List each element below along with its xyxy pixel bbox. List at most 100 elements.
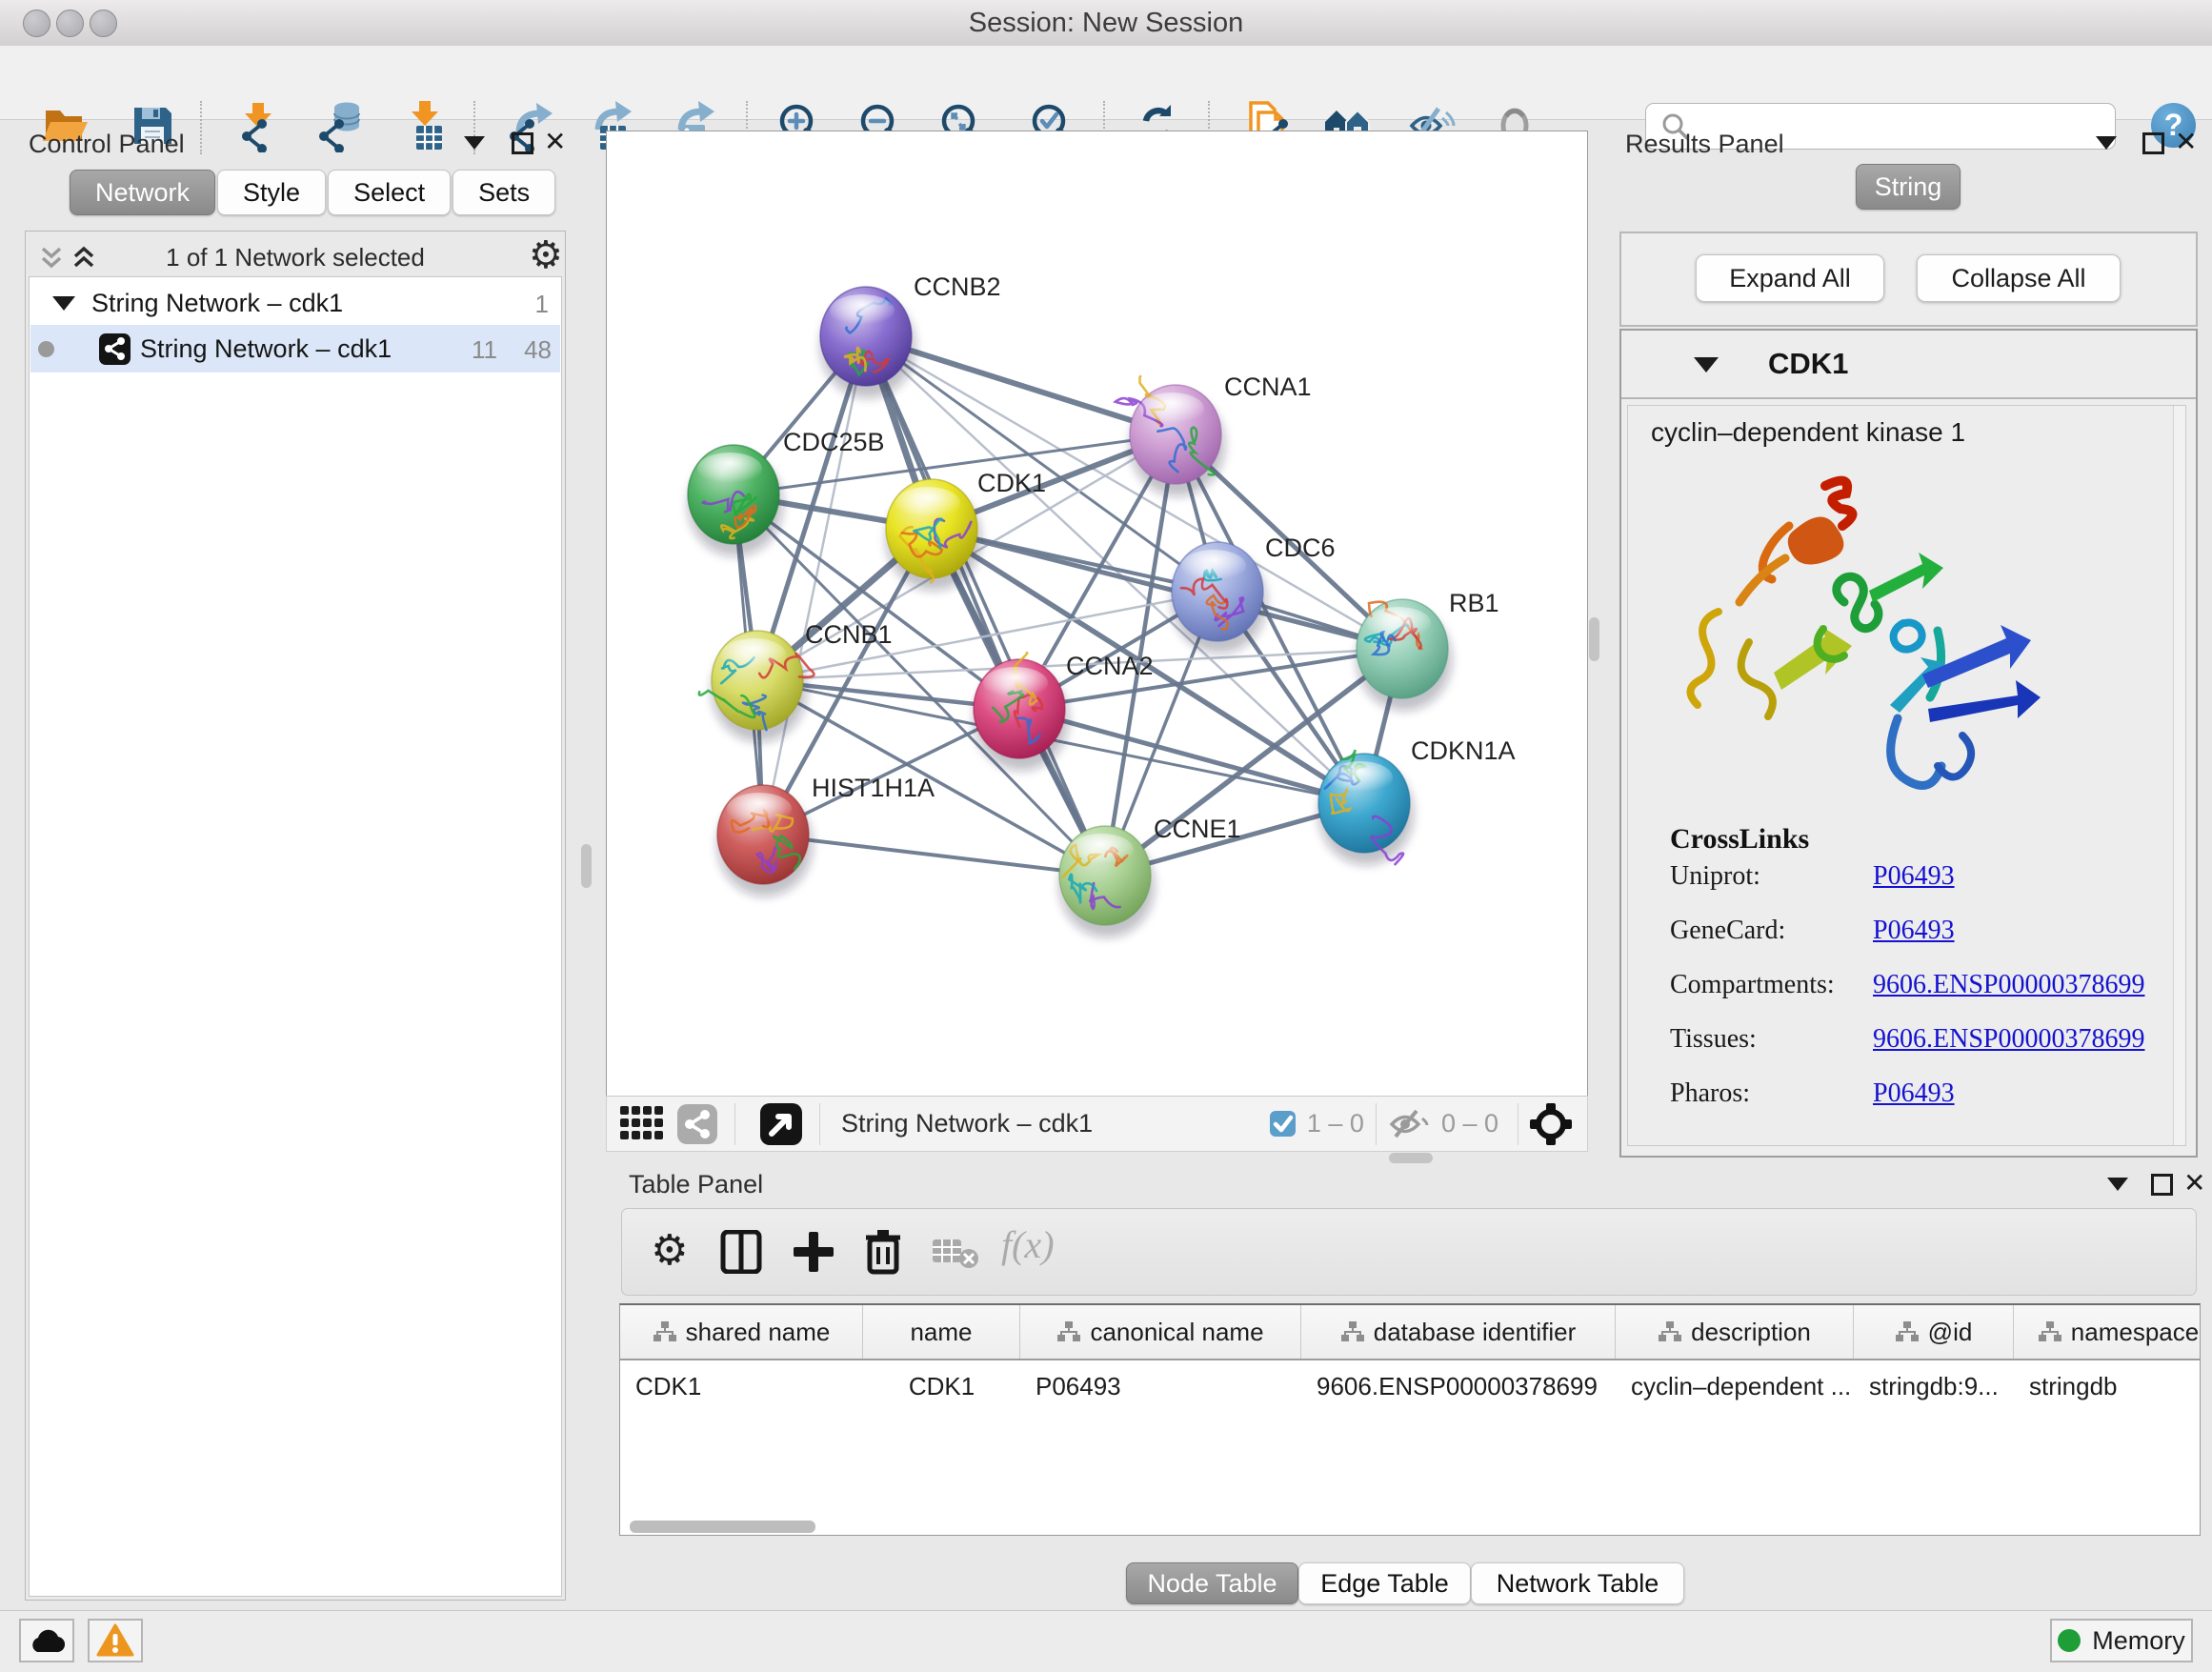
- open-in-new-window-icon[interactable]: [760, 1103, 802, 1145]
- table-columns-icon[interactable]: [719, 1230, 763, 1274]
- table-delete-column-icon-disabled: [933, 1236, 980, 1270]
- network-node-CCNE1[interactable]: CCNE1: [1059, 815, 1241, 937]
- table-row[interactable]: CDK1CDK1P064939606.ENSP00000378699cyclin…: [620, 1360, 2200, 1412]
- memory-label: Memory: [2092, 1626, 2185, 1656]
- column-header--id[interactable]: @id: [1854, 1305, 2014, 1359]
- results-tab-string[interactable]: String: [1856, 164, 1961, 210]
- tab-style[interactable]: Style: [217, 170, 326, 215]
- crosslink-link[interactable]: P06493: [1873, 916, 1955, 946]
- share-network-icon[interactable]: [677, 1104, 717, 1144]
- table-hscrollbar-thumb[interactable]: [630, 1521, 815, 1533]
- right-splitter-handle[interactable]: [1589, 617, 1599, 661]
- fit-selected-crosshair-icon[interactable]: [1530, 1103, 1572, 1145]
- network-view-title: String Network – cdk1: [841, 1109, 1093, 1138]
- control-panel-close-icon[interactable]: ✕: [544, 131, 566, 152]
- column-type-icon: [1056, 1320, 1081, 1343]
- window-close-traffic-light[interactable]: [23, 10, 50, 37]
- network-panel-gear-icon[interactable]: ⚙: [529, 233, 563, 277]
- control-panel-float-icon[interactable]: [512, 132, 533, 154]
- table-function-builder-icon-disabled: f(x): [1001, 1222, 1055, 1267]
- network-edge-CCNB2-HIST1H1A[interactable]: [763, 336, 866, 835]
- network-node-CDC25B[interactable]: CDC25B: [688, 428, 885, 556]
- control-panel-menu-icon[interactable]: [464, 136, 485, 150]
- entry-description: cyclin–dependent kinase 1: [1651, 417, 1965, 448]
- crosslink-label: Compartments:: [1670, 970, 1835, 1000]
- collection-expand-icon[interactable]: [52, 296, 75, 311]
- node-label-HIST1H1A: HIST1H1A: [812, 774, 935, 802]
- crosslink-link[interactable]: P06493: [1873, 1078, 1955, 1109]
- tab-network[interactable]: Network: [70, 170, 215, 215]
- column-header-database-identifier[interactable]: database identifier: [1301, 1305, 1616, 1359]
- results-entry-header[interactable]: CDK1: [1621, 331, 2196, 399]
- collection-name: String Network – cdk1: [91, 289, 343, 318]
- tab-select[interactable]: Select: [328, 170, 451, 215]
- table-cell: CDK1: [863, 1372, 1020, 1401]
- left-splitter-handle[interactable]: [581, 844, 592, 888]
- results-entry-box: CDK1 cyclin–dependent kinase 1 CrossLink…: [1619, 329, 2198, 1158]
- table-add-icon[interactable]: [792, 1230, 835, 1274]
- network-node-CDK1[interactable]: CDK1: [886, 469, 1046, 591]
- cloud-status-button[interactable]: [19, 1619, 74, 1662]
- node-label-CCNE1: CCNE1: [1154, 815, 1241, 843]
- network-node-CDKN1A[interactable]: CDKN1A: [1318, 736, 1516, 865]
- column-type-icon: [2038, 1320, 2062, 1343]
- column-header-canonical-name[interactable]: canonical name: [1020, 1305, 1301, 1359]
- column-type-icon: [1340, 1320, 1365, 1343]
- network-node-CCNA1[interactable]: CCNA1: [1116, 373, 1312, 496]
- window-zoom-traffic-light[interactable]: [90, 10, 117, 37]
- column-header-shared-name[interactable]: shared name: [620, 1305, 863, 1359]
- crosslink-link[interactable]: 9606.ENSP00000378699: [1873, 1024, 2144, 1055]
- network-node-CCNB1[interactable]: CCNB1: [699, 620, 893, 742]
- import-network-file-icon[interactable]: [232, 99, 286, 152]
- network-row-selected[interactable]: String Network – cdk1 11 48: [30, 325, 560, 373]
- tab-edge-table[interactable]: Edge Table: [1298, 1562, 1471, 1604]
- memory-button[interactable]: Memory: [2050, 1619, 2193, 1662]
- selected-node-edge-count: 1 – 0: [1307, 1109, 1364, 1138]
- results-panel-menu-icon[interactable]: [2096, 136, 2117, 150]
- warning-status-button[interactable]: [88, 1619, 143, 1662]
- network-node-count: 11: [459, 335, 497, 365]
- results-buttons-box: Expand All Collapse All: [1619, 232, 2198, 327]
- network-node-CDC6[interactable]: CDC6: [1172, 534, 1336, 654]
- table-gear-icon[interactable]: ⚙: [651, 1226, 688, 1275]
- network-node-HIST1H1A[interactable]: HIST1H1A: [717, 774, 935, 896]
- window-titlebar: Session: New Session: [0, 0, 2212, 47]
- table-panel-menu-icon[interactable]: [2107, 1178, 2128, 1191]
- network-type-icon: [99, 333, 131, 365]
- column-header-namespace[interactable]: namespace: [2014, 1305, 2201, 1359]
- collapse-all-button[interactable]: Collapse All: [1917, 254, 2121, 302]
- node-label-CDC25B: CDC25B: [783, 428, 885, 456]
- column-header-name[interactable]: name: [863, 1305, 1020, 1359]
- import-table-file-icon[interactable]: [399, 99, 452, 152]
- expand-all-button[interactable]: Expand All: [1696, 254, 1884, 302]
- window-minimize-traffic-light[interactable]: [56, 10, 84, 37]
- table-cell: P06493: [1020, 1372, 1301, 1401]
- network-canvas[interactable]: CCNB2 CCNA1 CDC25B CDK1 CDC6: [606, 131, 1588, 1097]
- tab-node-table[interactable]: Node Table: [1126, 1562, 1298, 1604]
- table-panel-title: Table Panel: [629, 1170, 763, 1199]
- entry-collapse-icon[interactable]: [1694, 357, 1719, 373]
- tab-network-table[interactable]: Network Table: [1471, 1562, 1684, 1604]
- table-panel-float-icon[interactable]: [2151, 1174, 2173, 1196]
- column-header-description[interactable]: description: [1616, 1305, 1854, 1359]
- bottom-splitter-handle[interactable]: [1389, 1153, 1433, 1163]
- network-collection-row[interactable]: String Network – cdk1 1: [30, 281, 559, 325]
- results-panel-float-icon[interactable]: [2142, 132, 2164, 154]
- hidden-eye-icon[interactable]: [1388, 1107, 1430, 1141]
- table-delete-icon[interactable]: [862, 1228, 904, 1276]
- results-scrollbar-track[interactable]: [2173, 406, 2185, 1145]
- network-edge-HIST1H1A-CCNE1[interactable]: [763, 835, 1105, 876]
- network-node-RB1[interactable]: RB1: [1357, 589, 1499, 711]
- import-network-database-icon[interactable]: [313, 99, 367, 152]
- selected-checkbox-icon[interactable]: [1270, 1111, 1296, 1137]
- toolbar-separator: [200, 101, 202, 154]
- table-cell: cyclin–dependent ...: [1616, 1372, 1854, 1401]
- results-panel-close-icon[interactable]: ✕: [2175, 131, 2197, 152]
- crosslink-link[interactable]: 9606.ENSP00000378699: [1873, 970, 2144, 1000]
- table-panel-close-icon[interactable]: ✕: [2183, 1173, 2205, 1194]
- crosslink-link[interactable]: P06493: [1873, 861, 1955, 892]
- tab-sets[interactable]: Sets: [452, 170, 555, 215]
- grid-view-icon[interactable]: [620, 1106, 664, 1142]
- control-panel-tabs: NetworkStyleSelectSets: [70, 170, 555, 215]
- column-type-icon: [653, 1320, 677, 1343]
